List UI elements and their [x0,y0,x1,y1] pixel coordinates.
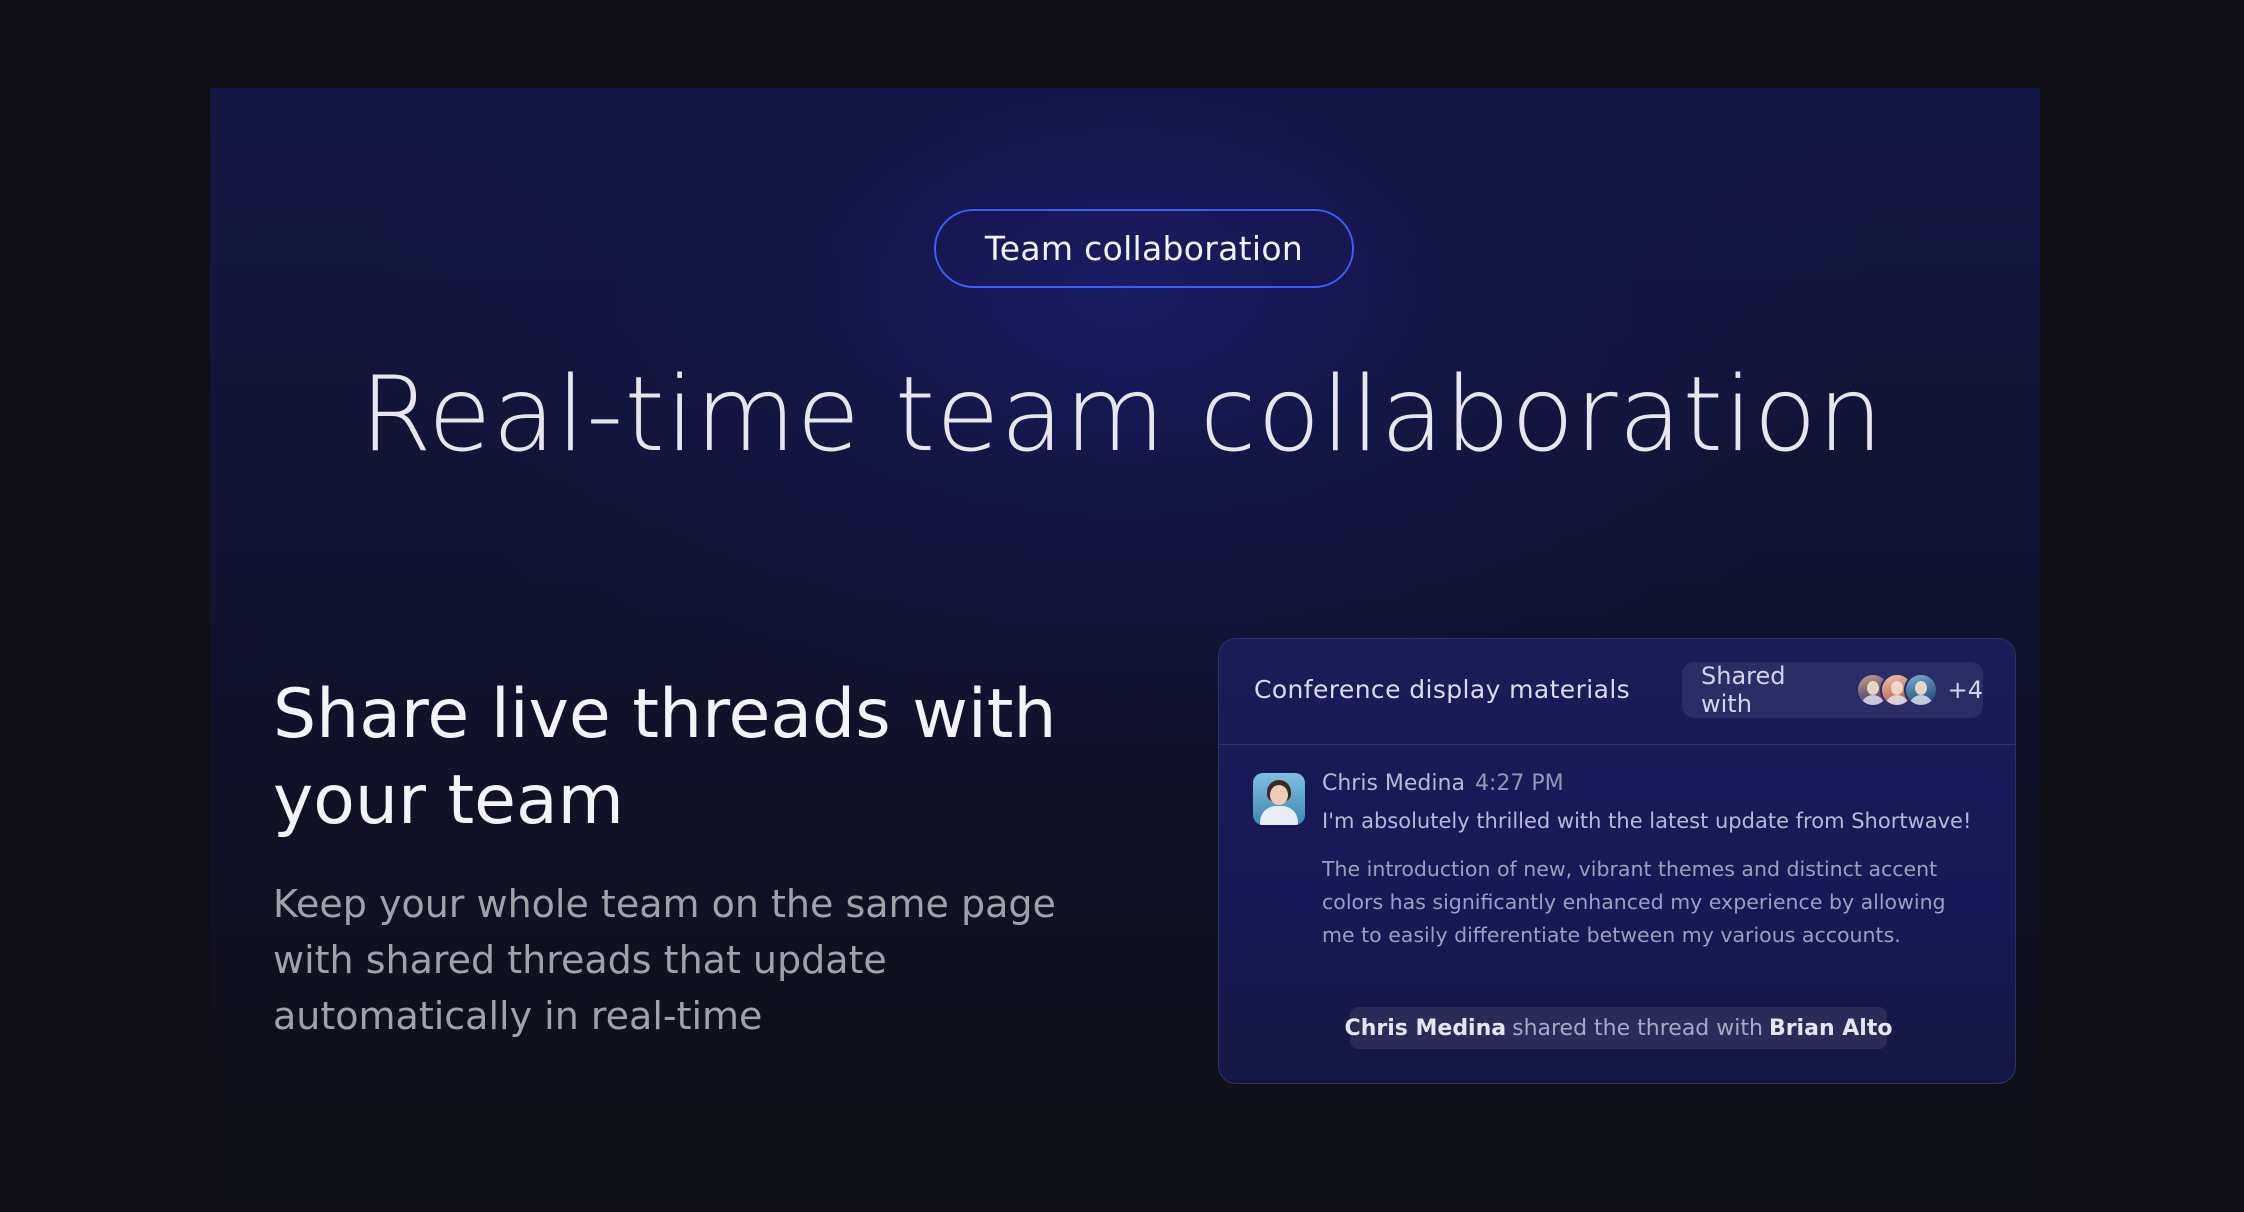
message-time: 4:27 PM [1474,771,1564,796]
share-activity-notice: Chris Medina shared the thread with Bria… [1345,1007,1892,1049]
notice-target: Brian Alto [1768,1015,1893,1041]
notice-actor: Chris Medina [1344,1015,1507,1041]
feature-description: Keep your whole team on the same page wi… [273,882,1056,1038]
feature-title: Share live threads with your team [273,675,1057,840]
shared-with-button[interactable]: Shared with +4 [1682,662,1983,718]
thread-card: Conference display materials Shared with… [1218,638,2016,1084]
section-badge: Team collaboration [934,209,1354,288]
message-header: Chris Medina 4:27 PM [1322,771,1564,796]
thread-card-header: Conference display materials Shared with… [1219,639,2015,745]
shared-with-label: Shared with [1701,662,1786,718]
avatar [1903,673,1938,707]
message-author-avatar [1253,773,1305,825]
thread-title: Conference display materials [1254,675,1631,704]
message-author: Chris Medina [1322,771,1465,796]
shared-avatars [1855,673,1938,707]
message-first-line: I'm absolutely thrilled with the latest … [1322,809,1972,833]
shared-extra-count: +4 [1947,676,1983,704]
section-badge-label: Team collaboration [984,229,1304,268]
page-title: Real-time team collaboration [360,355,1884,475]
message-body: The introduction of new, vibrant themes … [1322,857,1946,947]
notice-action: shared the thread with [1512,1015,1763,1041]
